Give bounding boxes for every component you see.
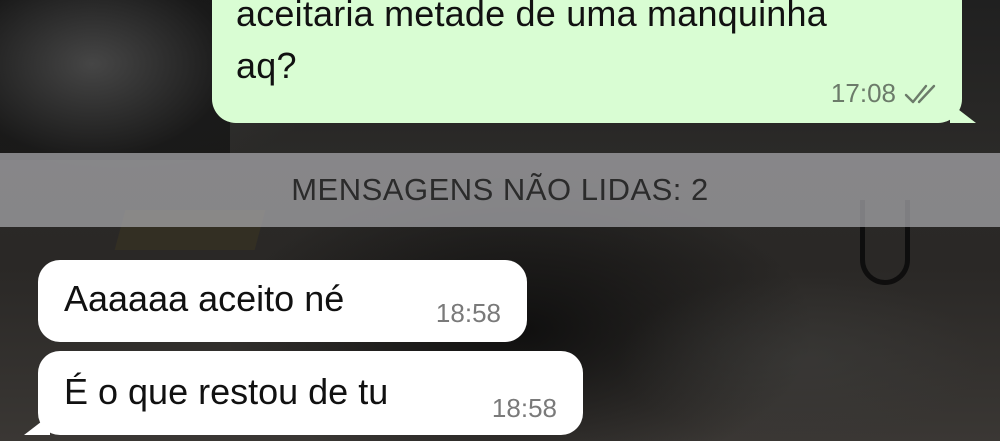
message-meta: 17:08 xyxy=(831,78,940,109)
message-text: Aaaaaa aceito né xyxy=(64,278,345,319)
message-time: 18:58 xyxy=(491,393,557,423)
message-time: 18:58 xyxy=(435,298,501,328)
message-time: 17:08 xyxy=(830,78,896,108)
message-text: É o que restou de tu xyxy=(64,371,389,412)
message-text-line: aceitaria metade de uma manquinha xyxy=(236,0,827,34)
incoming-message-bubble[interactable]: É o que restou de tu 18:58 xyxy=(24,351,583,435)
outgoing-message-bubble[interactable]: aceitaria metade de uma manquinha aq? 17… xyxy=(212,0,976,123)
double-check-icon xyxy=(904,82,940,106)
unread-messages-banner: MENSAGENS NÃO LIDAS: 2 xyxy=(0,153,1000,227)
wallpaper-photo-detail xyxy=(0,0,230,160)
incoming-message-bubble[interactable]: Aaaaaa aceito né 18:58 xyxy=(38,260,527,342)
unread-banner-label: MENSAGENS NÃO LIDAS: 2 xyxy=(291,172,709,207)
